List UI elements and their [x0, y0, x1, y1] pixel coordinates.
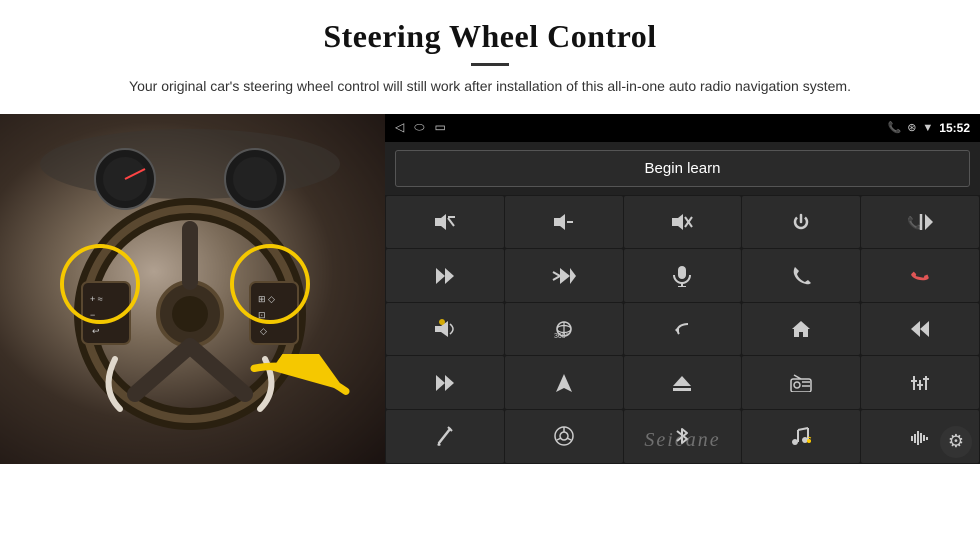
svg-text:360°: 360° [554, 332, 569, 339]
rewind-button[interactable] [861, 303, 979, 356]
begin-learn-area: Begin learn [385, 142, 980, 195]
horn-button[interactable] [386, 303, 504, 356]
stylus-button[interactable] [386, 410, 504, 463]
status-icons: 📞 ⊛ ▼ 15:52 [887, 121, 970, 135]
page-title: Steering Wheel Control [60, 18, 920, 55]
time-display: 15:52 [939, 121, 970, 135]
vol-down-button[interactable] [505, 196, 623, 249]
navigate-button[interactable] [505, 356, 623, 409]
header-section: Steering Wheel Control Your original car… [0, 0, 980, 106]
next-track-button[interactable] [386, 249, 504, 302]
back-button[interactable] [624, 303, 742, 356]
back-nav-icon[interactable]: ◁ [395, 120, 404, 135]
ff-button[interactable] [505, 249, 623, 302]
location-icon: ⊛ [907, 121, 916, 134]
prev-phone-button[interactable]: 📞 [861, 196, 979, 249]
home-button[interactable] [742, 303, 860, 356]
controls-grid: 📞 [385, 195, 980, 464]
eject-button[interactable] [624, 356, 742, 409]
begin-learn-button[interactable]: Begin learn [395, 150, 970, 187]
camera-360-button[interactable]: 360° [505, 303, 623, 356]
yellow-arrow [245, 354, 355, 424]
mic-button[interactable] [624, 249, 742, 302]
nav-icons: ◁ ⬭ ▭ [395, 120, 446, 135]
android-screen: ◁ ⬭ ▭ 📞 ⊛ ▼ 15:52 Begin learn [385, 114, 980, 464]
call-status-icon: 📞 [887, 121, 901, 134]
steering-wheel-image: + ≈ − ↩ ⊞ ◇ ⊡ ◇ [0, 114, 385, 464]
svg-text:◇: ◇ [260, 326, 267, 336]
svg-text:↩: ↩ [92, 326, 100, 336]
bluetooth-button[interactable] [624, 410, 742, 463]
equalizer-button[interactable] [861, 356, 979, 409]
wifi-icon: ▼ [922, 122, 933, 134]
title-divider [471, 63, 509, 66]
steering-ctrl-button[interactable] [505, 410, 623, 463]
skip-forward-button[interactable] [386, 356, 504, 409]
highlight-circle-right [230, 244, 310, 324]
recents-nav-icon[interactable]: ▭ [434, 120, 445, 135]
mute-button[interactable] [624, 196, 742, 249]
hangup-button[interactable] [861, 249, 979, 302]
android-topbar: ◁ ⬭ ▭ 📞 ⊛ ▼ 15:52 [385, 114, 980, 142]
settings-gear-button[interactable]: ⚙ [940, 426, 972, 458]
home-nav-icon[interactable]: ⬭ [414, 120, 424, 135]
power-button[interactable] [742, 196, 860, 249]
phone-button[interactable] [742, 249, 860, 302]
radio-button[interactable] [742, 356, 860, 409]
vol-up-button[interactable] [386, 196, 504, 249]
music-settings-button[interactable] [742, 410, 860, 463]
gear-icon: ⚙ [948, 431, 964, 452]
content-section: + ≈ − ↩ ⊞ ◇ ⊡ ◇ [0, 114, 980, 548]
highlight-circle-left [60, 244, 140, 324]
subtitle-text: Your original car's steering wheel contr… [80, 76, 900, 98]
page-container: Steering Wheel Control Your original car… [0, 0, 980, 548]
